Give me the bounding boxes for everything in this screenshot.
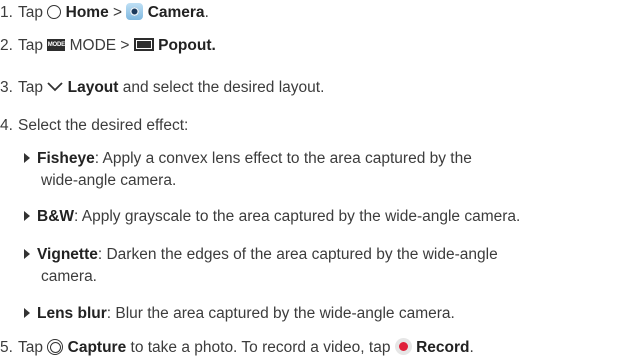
step-3: 3. Tap Layout and select the desired layo… xyxy=(0,79,325,96)
bullet-triangle-icon xyxy=(24,211,30,221)
record-icon xyxy=(394,338,412,356)
effect-bw: B&W: Apply grayscale to the area capture… xyxy=(24,207,520,227)
mode-icon: MODE xyxy=(47,38,66,51)
capture-icon xyxy=(47,338,64,355)
bullet-triangle-icon xyxy=(24,308,30,318)
effect-lens-blur: Lens blur: Blur the area captured by the… xyxy=(24,304,455,324)
chevron-down-icon xyxy=(47,82,63,92)
step-2: 2. Tap MODE MODE > Popout. xyxy=(0,37,216,54)
camera-icon xyxy=(126,3,144,21)
effect-fisheye-cont: wide-angle camera. xyxy=(41,172,177,189)
popout-icon xyxy=(133,38,154,52)
home-icon xyxy=(47,4,62,19)
step-4: 4. Select the desired effect: xyxy=(0,117,189,134)
step-5: 5. Tap Capture to take a photo. To record… xyxy=(0,338,474,356)
effect-fisheye: Fisheye: Apply a convex lens effect to t… xyxy=(24,149,472,169)
step-1: 1. Tap Home > Camera. xyxy=(0,3,209,21)
effect-vignette: Vignette: Darken the edges of the area c… xyxy=(24,245,498,265)
effect-vignette-cont: camera. xyxy=(41,268,97,285)
bullet-triangle-icon xyxy=(24,249,30,259)
bullet-triangle-icon xyxy=(24,153,30,163)
